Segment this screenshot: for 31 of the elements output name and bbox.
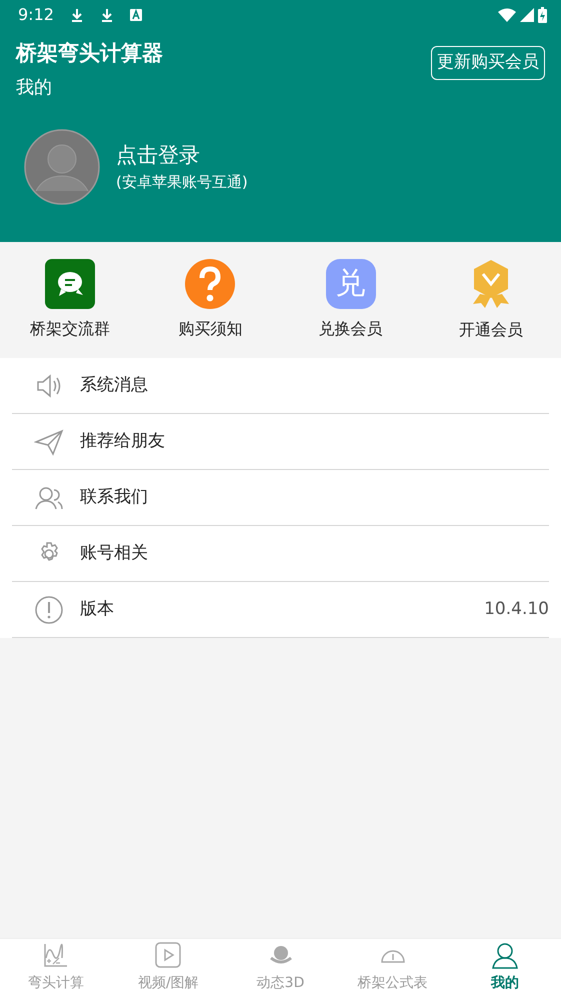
shortcut-label[interactable]: 开通会员 (458, 318, 523, 342)
app-title: 桥架弯头计算器 (16, 40, 163, 67)
chat-icon (45, 259, 96, 309)
download-icon (70, 8, 84, 22)
login-note: (安卓苹果账号互通) (116, 172, 248, 193)
avatar-icon (24, 128, 100, 204)
menu-item[interactable]: 系统消息 (80, 372, 148, 398)
menu-item[interactable]: 联系我们 (80, 484, 148, 510)
page-title: 我的 (16, 76, 53, 100)
icon-glyph: 兑 (336, 269, 366, 299)
login-link[interactable]: 点击登录 (116, 140, 248, 171)
info-icon (34, 596, 64, 624)
battery-icon (538, 7, 547, 23)
question-icon (185, 259, 236, 309)
paper-plane-icon (34, 428, 64, 456)
shortcut-label[interactable]: 购买须知 (178, 317, 242, 341)
menu-item[interactable]: 版本 (80, 596, 114, 622)
menu-item[interactable]: 账号相关 (80, 540, 148, 566)
user-icon (490, 942, 519, 969)
upgrade-button[interactable]: 更新购买会员 (431, 46, 545, 80)
nav-tab[interactable]: 我的 (448, 938, 561, 997)
shortcut-label[interactable]: 桥架交流群 (30, 317, 110, 341)
shortcut-label[interactable]: 兑换会员 (318, 317, 383, 341)
status-time: 9:12 (18, 4, 54, 26)
video-icon (154, 942, 182, 969)
download-icon (100, 8, 114, 22)
wifi-icon (498, 8, 516, 22)
notification-icon (130, 9, 142, 21)
menu-item[interactable]: 推荐给朋友 (80, 428, 165, 454)
signal-icon (520, 8, 534, 22)
version-number: 10.4.10 (484, 598, 549, 621)
